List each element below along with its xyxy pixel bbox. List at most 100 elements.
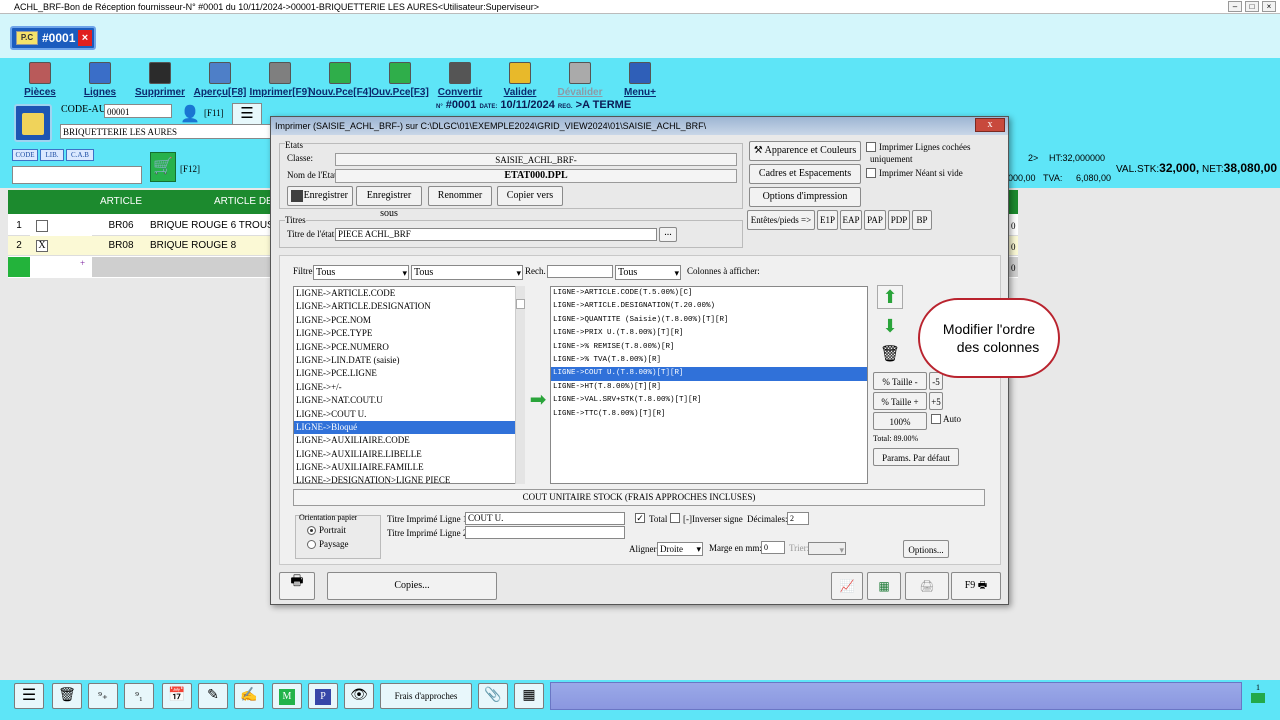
toolbar-button-menu[interactable]: Menu+ — [608, 60, 672, 98]
row-checkbox[interactable] — [36, 220, 48, 232]
attachment-icon[interactable]: 📎 — [478, 683, 508, 709]
decimales-stepper[interactable]: 2 — [787, 512, 809, 525]
cadres-button[interactable]: Cadres et Espacements — [749, 164, 861, 184]
code-search-button[interactable]: CODE — [12, 149, 38, 161]
toolbar-button-aperuf[interactable]: Aperçu[F8] — [188, 60, 252, 98]
available-field-item[interactable]: LIGNE->DESIGNATION>LIGNE PIECE — [294, 474, 524, 483]
printer-settings-icon[interactable]: 🖶 — [279, 572, 315, 600]
cab-search-button[interactable]: C.A.B — [66, 149, 94, 161]
notifications-icon[interactable]: 1 — [1246, 683, 1270, 709]
grid-header-code[interactable]: ARTICLE COD — [92, 190, 150, 231]
frais-approches-button[interactable]: Frais d'approches — [380, 683, 472, 709]
edit-icon[interactable]: ✎ — [198, 683, 228, 709]
document-tab[interactable]: P.C #0001 × — [10, 26, 96, 50]
supplier-logo-icon[interactable] — [14, 104, 52, 142]
grid-view-icon[interactable]: ▦ — [514, 683, 544, 709]
enregistrer-sous-button[interactable]: Enregistrer sous — [356, 186, 422, 219]
export-excel-icon[interactable]: ▦ — [867, 572, 901, 600]
article-search-input[interactable] — [12, 166, 142, 184]
selected-column-item[interactable]: LIGNE->% TVA(T.8.00%)[R] — [551, 354, 867, 367]
pdp-button[interactable]: PDP — [888, 210, 910, 230]
entetes-button[interactable]: Entêtes/pieds => — [747, 210, 815, 230]
available-field-item[interactable]: LIGNE->NAT.COUT.U — [294, 394, 524, 407]
preview-icon[interactable]: 🖨 — [905, 572, 949, 600]
taille-minus-button[interactable]: % Taille - — [873, 372, 927, 390]
selected-column-item[interactable]: LIGNE->PRIX U.(T.8.00%)[T][R] — [551, 327, 867, 340]
plus5-button[interactable]: +5 — [929, 392, 943, 410]
print-f9-button[interactable]: F9 🖶 — [951, 572, 1001, 600]
available-field-item[interactable]: LIGNE->ARTICLE.DESIGNATION — [294, 300, 524, 313]
toolbar-button-ouvpcef[interactable]: Ouv.Pce[F3] — [368, 60, 432, 98]
taille-plus-button[interactable]: % Taille + — [873, 392, 927, 410]
portrait-radio[interactable] — [307, 526, 316, 535]
pap-button[interactable]: PAP — [864, 210, 886, 230]
available-field-item[interactable]: LIGNE->LIN.DATE (saisie) — [294, 354, 524, 367]
available-field-item[interactable]: LIGNE->AUXILIAIRE.CODE — [294, 434, 524, 447]
eap-button[interactable]: EAP — [840, 210, 862, 230]
delete-line-icon[interactable]: 🗑 — [52, 683, 82, 709]
row-designation[interactable]: BRIQUE ROUGE 8 TROUS — [150, 236, 270, 271]
view-icon[interactable]: 👁 — [344, 683, 374, 709]
selected-column-item[interactable]: LIGNE->ARTICLE.CODE(T.5.00%)[C] — [551, 287, 867, 300]
imprimer-neant-checkbox[interactable] — [866, 168, 876, 178]
inverser-checkbox[interactable] — [670, 513, 680, 523]
add-row-icon[interactable]: + — [80, 258, 85, 268]
titre-etat-browse-button[interactable]: ... — [659, 227, 677, 242]
filtre-select-1[interactable]: Tous — [313, 265, 409, 280]
total-checkbox[interactable]: ✓ — [635, 513, 645, 523]
lib-search-button[interactable]: LIB. — [40, 149, 64, 161]
selected-column-item[interactable]: LIGNE->% REMISE(T.8.00%)[R] — [551, 341, 867, 354]
toolbar-button-pices[interactable]: Pièces — [8, 60, 72, 98]
selected-column-item[interactable]: LIGNE->TTC(T.8.00%)[T][R] — [551, 408, 867, 421]
toolbar-button-dvalider[interactable]: Dévalider — [548, 60, 612, 98]
available-fields-list[interactable]: LIGNE->ARTICLE.CODE LIGNE->ARTICLE.DESIGN… — [293, 286, 525, 484]
user-icon[interactable]: 👤 — [180, 104, 202, 124]
e1p-button[interactable]: E1P — [817, 210, 838, 230]
available-field-item[interactable]: LIGNE->PCE.NUMERO — [294, 341, 524, 354]
auto-checkbox[interactable] — [931, 414, 941, 424]
close-window-button[interactable]: × — [1262, 1, 1276, 12]
insert-line-icon[interactable]: ⁹₊ — [88, 683, 118, 709]
selected-columns-list[interactable]: LIGNE->ARTICLE.CODE(T.5.00%)[C] LIGNE->AR… — [550, 286, 868, 484]
copies-button[interactable]: Copies... — [327, 572, 497, 600]
bp-button[interactable]: BP — [912, 210, 932, 230]
selected-column-item[interactable]: LIGNE->QUANTITE (Saisie)(T.8.00%)[T][R] — [551, 314, 867, 327]
note-icon[interactable]: ✍ — [234, 683, 264, 709]
available-field-item[interactable]: LIGNE->PCE.NOM — [294, 314, 524, 327]
p-icon[interactable]: P — [308, 683, 338, 709]
export-chart-icon[interactable]: 📈 — [831, 572, 863, 600]
marge-stepper[interactable]: 0 — [761, 541, 785, 554]
calendar-icon[interactable]: 📅 — [162, 683, 192, 709]
toolbar-button-nouvpcef[interactable]: Nouv.Pce[F4] — [308, 60, 372, 98]
available-field-item[interactable]: LIGNE->AUXILIAIRE.LIBELLE — [294, 448, 524, 461]
hamburger-icon[interactable]: ☰ — [232, 103, 262, 125]
titre1-input[interactable]: COUT U. — [465, 512, 625, 525]
dialog-close-button[interactable]: x — [975, 118, 1005, 132]
toolbar-button-imprimerf[interactable]: Imprimer[F9] — [248, 60, 312, 98]
available-field-item[interactable]: LIGNE->ARTICLE.CODE — [294, 287, 524, 300]
maximize-button[interactable]: □ — [1245, 1, 1259, 12]
available-field-item[interactable]: LIGNE->AUXILIAIRE.FAMILLE — [294, 461, 524, 474]
row-checkbox[interactable]: X — [36, 240, 48, 252]
toolbar-button-valider[interactable]: Valider — [488, 60, 552, 98]
renommer-button[interactable]: Renommer — [428, 186, 492, 206]
available-field-item[interactable]: LIGNE->+/- — [294, 381, 524, 394]
titre2-input[interactable] — [465, 526, 625, 539]
selected-column-item[interactable]: LIGNE->VAL.SRV+STK(T.8.00%)[T][R] — [551, 394, 867, 407]
selected-column-item[interactable]: LIGNE->ARTICLE.DESIGNATION(T.20.00%) — [551, 300, 867, 313]
params-defaut-button[interactable]: Params. Par défaut — [873, 448, 959, 466]
available-field-item[interactable]: LIGNE->PCE.LIGNE — [294, 367, 524, 380]
supplier-name-field[interactable]: BRIQUETTERIE LES AURES — [60, 124, 272, 139]
list-scrollbar[interactable] — [515, 286, 525, 484]
pct100-button[interactable]: 100% — [873, 412, 927, 430]
trash-icon[interactable]: 🗑 — [877, 344, 903, 368]
toolbar-button-convertir[interactable]: Convertir — [428, 60, 492, 98]
apparence-button[interactable]: ⚒ Apparence et Couleurs — [749, 141, 861, 161]
rech-input[interactable] — [547, 265, 613, 278]
toolbar-button-lignes[interactable]: Lignes — [68, 60, 132, 98]
options-button[interactable]: Options... — [903, 540, 949, 558]
row-code[interactable]: BR08 — [92, 236, 150, 256]
filtre-select-3[interactable]: Tous — [615, 265, 681, 280]
duplicate-line-icon[interactable]: ⁹₁ — [124, 683, 154, 709]
paysage-radio[interactable] — [307, 540, 316, 549]
